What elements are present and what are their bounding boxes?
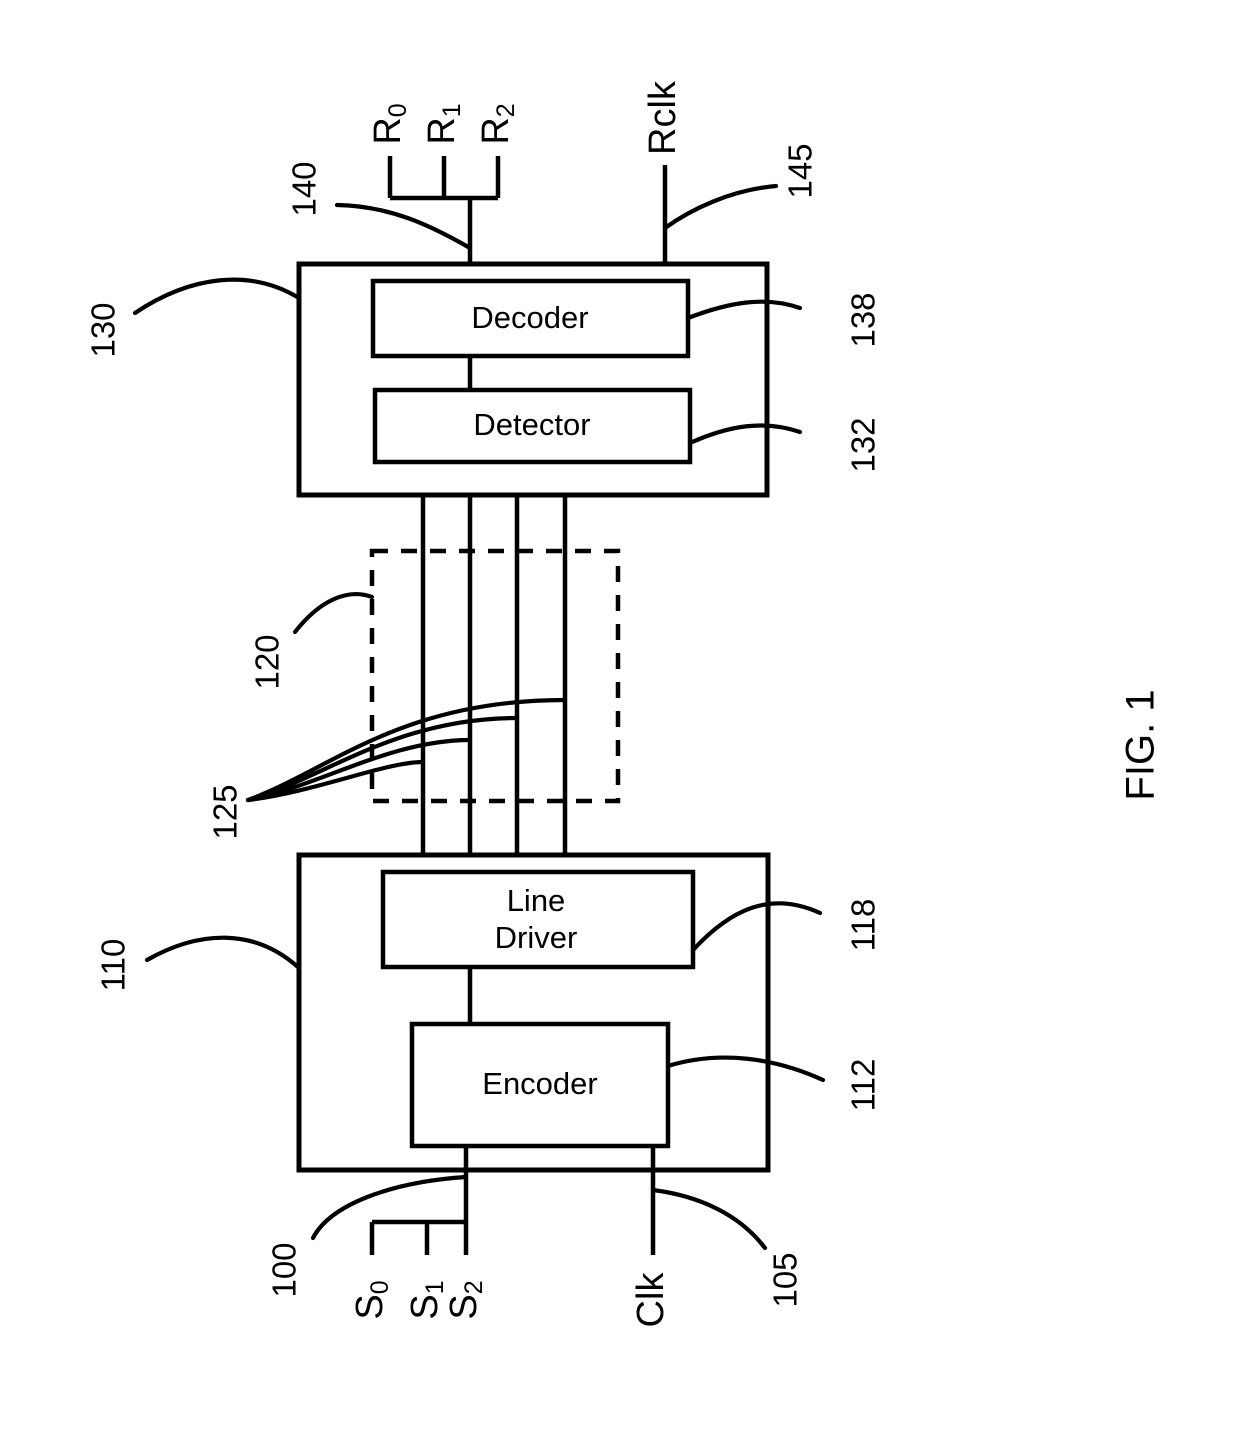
ref-110-group: 110 (95, 935, 302, 992)
ref-120-leader (292, 592, 375, 635)
transmitter-pin-labels: S0 S1 S2 (349, 1280, 488, 1319)
receiver-clock-group: Rclk (642, 80, 684, 281)
ref-140-label: 140 (286, 161, 323, 216)
ref-130-leader (132, 277, 302, 316)
ref-132-label: 132 (845, 417, 882, 472)
patent-figure: R0 R1 R2 Rclk 140 145 130 Decoder 138 De… (0, 0, 1240, 1449)
detector-label: Detector (473, 407, 590, 442)
ref-145-leader (662, 183, 779, 231)
decoder-label: Decoder (471, 300, 588, 335)
ref-110-label: 110 (95, 939, 132, 992)
pin-label-s0: S0 (349, 1280, 394, 1319)
pin-label-s1: S1 (404, 1280, 449, 1319)
ref-105-leader (650, 1187, 768, 1251)
pin-label-r2: R2 (475, 103, 520, 144)
ref-100-group: 100 (266, 1174, 469, 1298)
ref-100-leader (310, 1174, 469, 1241)
ref-130-label: 130 (85, 302, 122, 357)
ref-120-label: 120 (249, 634, 286, 689)
ref-130-group: 130 (85, 277, 302, 358)
encoder-label: Encoder (482, 1066, 597, 1101)
ref-105-label: 105 (767, 1252, 804, 1307)
ref-125-label: 125 (207, 784, 244, 839)
ref-145-group: 145 (662, 143, 819, 231)
ref-140-leader (334, 202, 473, 251)
ref-110-leader (144, 935, 302, 971)
ref-138-label: 138 (845, 292, 882, 347)
line-driver-label-line1: Line (507, 883, 566, 918)
pin-label-r1: R1 (421, 103, 466, 144)
ref-145-label: 145 (782, 143, 819, 198)
ref-120-group: 120 (249, 592, 375, 690)
figure-caption: FIG. 1 (1119, 689, 1163, 800)
transmitter-clock-group: Clk (630, 1146, 672, 1327)
ref-105-group: 105 (650, 1187, 804, 1308)
pin-label-rclk: Rclk (642, 80, 684, 155)
receiver-pin-labels: R0 R1 R2 (367, 103, 520, 144)
ref-125-leader-wire0 (245, 759, 426, 803)
line-driver-label-line2: Driver (495, 920, 578, 955)
pin-label-clk: Clk (630, 1272, 672, 1328)
ref-118-label: 118 (845, 899, 882, 952)
pin-label-s2: S2 (443, 1280, 488, 1319)
figure-canvas: R0 R1 R2 Rclk 140 145 130 Decoder 138 De… (85, 80, 1163, 1327)
ref-100-label: 100 (266, 1242, 303, 1297)
ref-125-leader-wire1 (245, 737, 473, 803)
ref-125-group: 125 (207, 697, 568, 840)
ref-112-label: 112 (845, 1059, 882, 1112)
pin-label-r0: R0 (367, 103, 412, 144)
